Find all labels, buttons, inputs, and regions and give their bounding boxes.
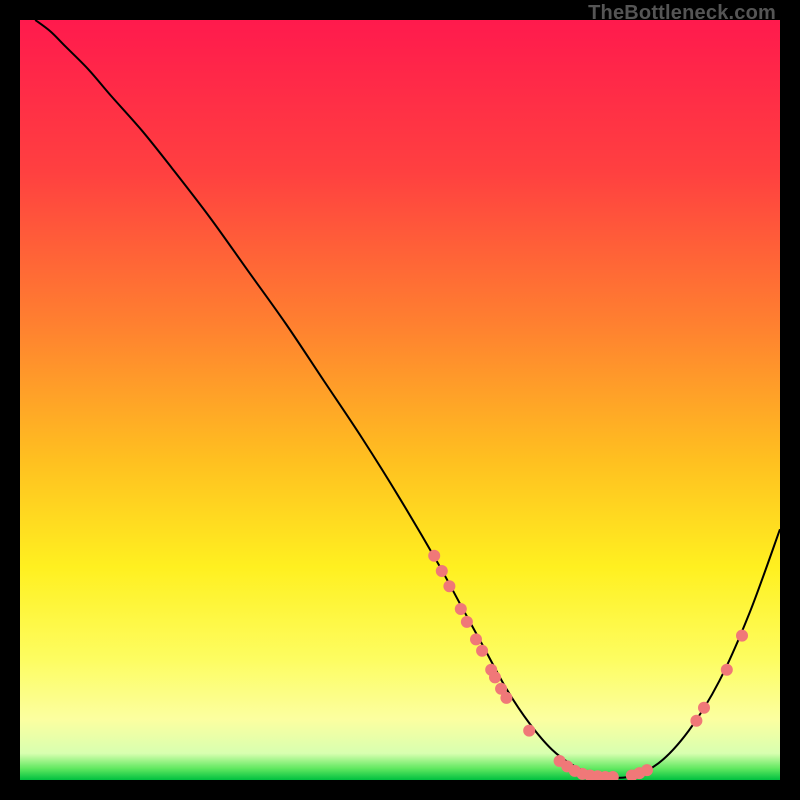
data-marker: [736, 630, 748, 642]
bottleneck-curve: [35, 20, 780, 778]
data-marker: [690, 715, 702, 727]
data-marker: [489, 671, 501, 683]
data-marker: [428, 550, 440, 562]
curve-layer: [20, 20, 780, 780]
plot-area: [20, 20, 780, 780]
data-marker: [641, 764, 653, 776]
data-marker: [470, 633, 482, 645]
data-marker: [721, 664, 733, 676]
data-marker: [476, 645, 488, 657]
data-marker: [436, 565, 448, 577]
data-marker: [461, 616, 473, 628]
data-marker: [698, 702, 710, 714]
chart-stage: TheBottleneck.com: [0, 0, 800, 800]
data-marker: [443, 580, 455, 592]
data-marker: [455, 603, 467, 615]
data-markers: [428, 550, 748, 780]
data-marker: [523, 725, 535, 737]
data-marker: [500, 692, 512, 704]
